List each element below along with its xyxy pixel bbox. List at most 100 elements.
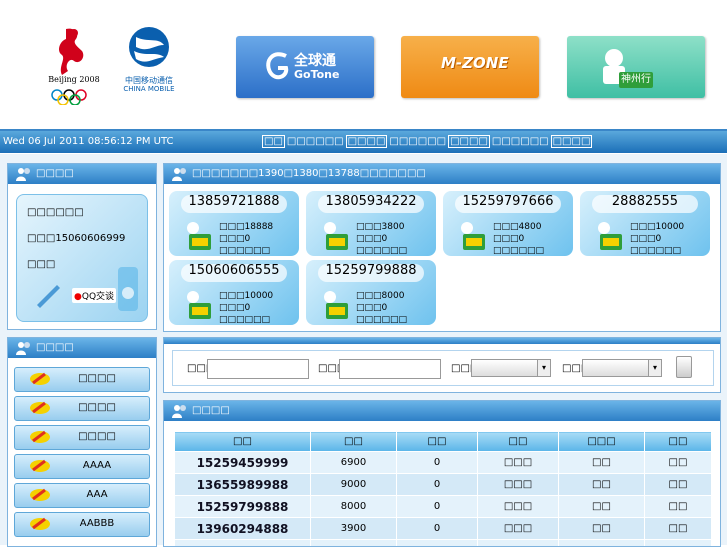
- users-icon: [171, 166, 189, 182]
- phone-card-icon: [29, 400, 51, 416]
- phone-card-icon: [29, 371, 51, 387]
- pen-icon: [33, 279, 63, 309]
- nav-item-1[interactable]: □□: [262, 135, 285, 148]
- nav-menu: □□□□□□□□□□□□□□□□□□□□□□□□□□□□□□□□: [262, 131, 594, 153]
- table-cell: 0: [397, 496, 478, 518]
- number-list-panel: □□□□ □□ □□ □□ □□ □□□ □□ 1525945999969000…: [163, 400, 721, 547]
- nav-item-6[interactable]: □□□□□□: [492, 136, 549, 147]
- search-panel-header: [164, 338, 720, 344]
- nav-item-2[interactable]: □□□□□□: [287, 136, 344, 147]
- nav-item-4[interactable]: □□□□□□: [389, 136, 446, 147]
- users-icon: [171, 403, 189, 419]
- search-button[interactable]: [676, 356, 692, 378]
- featured-numbers-panel: □□□□□□□1390□1380□13788□□□□□□□ 1385972188…: [163, 163, 721, 332]
- number-card[interactable]: 13805934222□□□3800□□□0□□□□□□: [306, 191, 436, 256]
- table-row[interactable]: 1525945999969000□□□□□□□: [175, 452, 712, 474]
- china-mobile-en: CHINA MOBILE: [118, 85, 180, 93]
- list-panel-header: □□□□: [164, 401, 720, 421]
- card-status: □□□□□□: [493, 245, 544, 257]
- table-row[interactable]: 1525979988880000□□□□□□□: [175, 496, 712, 518]
- card-deposit: □□□0: [219, 302, 250, 314]
- table-cell: 2500: [311, 540, 397, 547]
- phone-card-icon: [29, 429, 51, 445]
- card-status: □□□□□□: [219, 314, 270, 326]
- search-select-2[interactable]: ▾: [582, 359, 662, 377]
- column-header: □□: [478, 432, 559, 452]
- contact-name: □□□□□□: [27, 207, 84, 218]
- olympic-logo-text: Beijing 2008: [44, 75, 104, 84]
- column-header: □□: [311, 432, 397, 452]
- chevron-down-icon: ▾: [537, 360, 550, 376]
- category-button-aabbb[interactable]: AABBB: [14, 512, 150, 537]
- table-cell: 0: [397, 474, 478, 496]
- search-select-1[interactable]: ▾: [471, 359, 551, 377]
- number-card[interactable]: 28882555□□□10000□□□0□□□□□□: [580, 191, 710, 256]
- number-card[interactable]: 13859721888□□□18888□□□0□□□□□□: [169, 191, 299, 256]
- number-card[interactable]: 15259797666□□□4800□□□0□□□□□□: [443, 191, 573, 256]
- table-cell: □□□: [478, 452, 559, 474]
- table-cell: □□: [645, 452, 712, 474]
- card-deposit: □□□0: [356, 233, 387, 245]
- category-label: □□□□: [59, 373, 135, 384]
- cell-number: 15259459999: [175, 452, 311, 474]
- mzone-brand-text: M-ZONE: [441, 54, 509, 72]
- category-button-1[interactable]: □□□□: [14, 367, 150, 392]
- search-input-1[interactable]: [207, 359, 309, 379]
- table-cell: 0: [397, 518, 478, 540]
- contact-card: □□□□□□ □□□15060606999 □□□ ●QQ交谈: [16, 194, 148, 322]
- cell-number: 15259799888: [175, 496, 311, 518]
- nav-item-5[interactable]: □□□□: [448, 135, 490, 148]
- mzone-brand-button[interactable]: M-ZONE: [401, 36, 539, 98]
- mascot-icon: [318, 287, 354, 321]
- mascot-icon: [181, 218, 217, 252]
- number-card[interactable]: 15060606555□□□10000□□□0□□□□□□: [169, 260, 299, 325]
- column-header: □□: [397, 432, 478, 452]
- search-bar: □□□ □□□ □□□ ▾ □□□ ▾: [172, 350, 714, 386]
- table-cell: □□: [645, 540, 712, 547]
- table-cell: □□□: [478, 540, 559, 547]
- phone-number: 15259797666: [443, 194, 573, 209]
- card-price: □□□4800: [493, 221, 541, 233]
- search-input-2[interactable]: [339, 359, 441, 379]
- card-price: □□□3800: [356, 221, 404, 233]
- table-header-row: □□ □□ □□ □□ □□□ □□: [175, 432, 712, 452]
- category-button-aaa[interactable]: AAA: [14, 483, 150, 508]
- category-button-3[interactable]: □□□□: [14, 425, 150, 450]
- category-panel-header: □□□□: [8, 338, 156, 358]
- users-icon: [15, 340, 33, 356]
- number-card[interactable]: 15259799888□□□8000□□□0□□□□□□: [306, 260, 436, 325]
- table-cell: 0: [397, 452, 478, 474]
- nav-item-7[interactable]: □□□□: [551, 135, 593, 148]
- top-nav-bar: Wed 06 Jul 2011 08:56:12 PM UTC □□□□□□□□…: [0, 131, 727, 153]
- beijing-olympic-logo: Beijing 2008: [44, 25, 104, 105]
- qq-chat-label: QQ交谈: [82, 292, 114, 302]
- column-header: □□: [645, 432, 712, 452]
- table-cell: 0: [397, 540, 478, 547]
- qq-icon: ●: [74, 292, 82, 302]
- table-cell: 3900: [311, 518, 397, 540]
- category-button-2[interactable]: □□□□: [14, 396, 150, 421]
- shenzhouxing-brand-button[interactable]: 神州行: [567, 36, 705, 98]
- contact-phone: □□□15060606999: [27, 233, 125, 244]
- phone-number: 28882555: [580, 194, 710, 209]
- card-deposit: □□□0: [630, 233, 661, 245]
- table-cell: □□□: [478, 474, 559, 496]
- table-cell: □□: [559, 474, 645, 496]
- contact-panel: □□□□ □□□□□□ □□□15060606999 □□□ ●QQ交谈: [7, 163, 157, 330]
- qq-chat-button[interactable]: ●QQ交谈: [72, 288, 116, 303]
- category-button-aaaa[interactable]: AAAA: [14, 454, 150, 479]
- table-cell: □□: [645, 474, 712, 496]
- table-row[interactable]: 1365598998890000□□□□□□□: [175, 474, 712, 496]
- table-row[interactable]: 1396029488839000□□□□□□□: [175, 518, 712, 540]
- nav-item-3[interactable]: □□□□: [346, 135, 388, 148]
- phone-icon: [115, 263, 141, 315]
- numbers-panel-header: □□□□□□□1390□1380□13788□□□□□□□: [164, 164, 720, 184]
- table-cell: □□: [559, 540, 645, 547]
- table-row[interactable]: 1525945677725000□□□□□□□: [175, 540, 712, 547]
- table-cell: □□: [559, 518, 645, 540]
- contact-panel-header: □□□□: [8, 164, 156, 184]
- table-cell: 6900: [311, 452, 397, 474]
- gotone-brand-button[interactable]: 全球通 GoTone: [236, 36, 374, 98]
- cell-number: 13960294888: [175, 518, 311, 540]
- card-price: □□□10000: [630, 221, 684, 233]
